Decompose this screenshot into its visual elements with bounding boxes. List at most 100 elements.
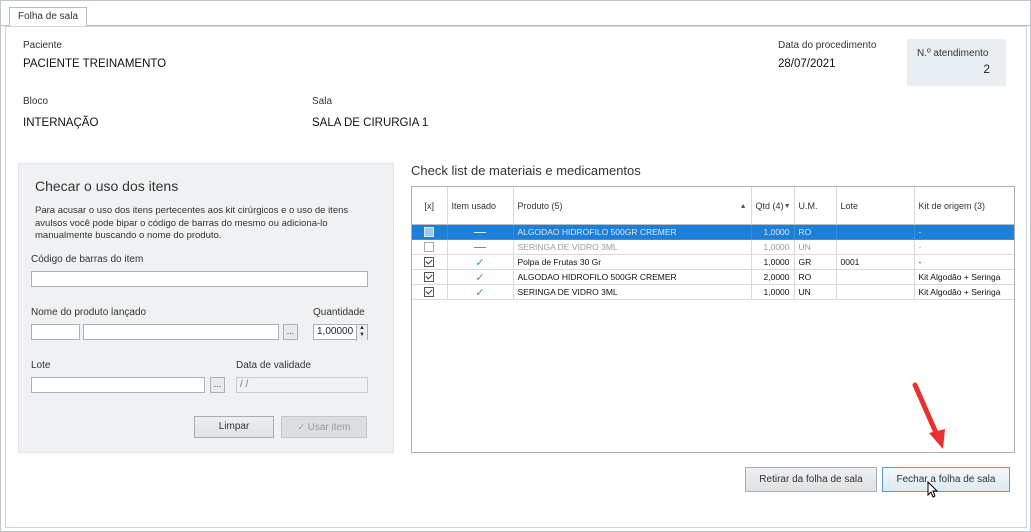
retirar-folha-button[interactable]: Retirar da folha de sala: [745, 467, 877, 492]
limpar-button[interactable]: Limpar: [194, 416, 274, 438]
col-header-qtd[interactable]: Qtd (4) ▼: [751, 187, 795, 225]
row-qtd: 2,0000: [751, 269, 795, 285]
checkbox-icon[interactable]: [424, 242, 435, 252]
produto-name-input[interactable]: [83, 324, 279, 340]
row-used-cell: ✓: [447, 284, 514, 300]
check-icon: ✓: [297, 422, 308, 432]
red-arrow-icon: [912, 382, 945, 449]
row-um: RO: [794, 269, 837, 285]
table-row[interactable]: ✓ SERINGA DE VIDRO 3ML 1,0000 UN Kit Algodão…: [412, 284, 1014, 300]
row-used-cell: ✓: [447, 269, 514, 285]
mouse-cursor-icon: [927, 481, 939, 498]
row-um: RO: [794, 224, 837, 240]
lote-browse-button[interactable]: ...: [210, 377, 225, 393]
checkbox-icon[interactable]: [424, 287, 435, 297]
lote-input[interactable]: [31, 377, 205, 393]
barcode-label: Código de barras do item: [31, 254, 144, 265]
checklist-title: Check list de materiais e medicamentos: [411, 163, 641, 178]
row-kit: Kit Algodão + Seringa: [914, 269, 1014, 285]
row-checkbox-cell[interactable]: [412, 284, 448, 300]
col-header-usado[interactable]: Item usado: [447, 187, 514, 225]
fechar-folha-button[interactable]: Fechar a folha de sala: [882, 467, 1010, 492]
row-checkbox-cell[interactable]: [412, 254, 448, 270]
row-lote: [836, 239, 915, 255]
paciente-value: PACIENTE TREINAMENTO: [23, 58, 167, 70]
produto-browse-button[interactable]: ...: [283, 324, 298, 340]
checklist-table: [x] Item usado Produto (5) ▲ Qtd (4) ▼ U.M…: [412, 187, 1014, 300]
check-icon: ✓: [475, 286, 485, 299]
row-lote: 0001: [836, 254, 915, 270]
dash-icon: [474, 231, 486, 233]
table-row[interactable]: ALGODAO HIDROFILO 500GR CREMER 1,0000 RO -: [412, 224, 1014, 240]
row-produto: Polpa de Frutas 30 Gr: [513, 254, 752, 270]
checkbox-icon[interactable]: [424, 257, 435, 267]
col-header-kit[interactable]: Kit de origem (3): [914, 187, 1014, 225]
row-kit: -: [914, 254, 1014, 270]
produto-code-input[interactable]: [31, 324, 80, 340]
validade-input[interactable]: / /: [236, 377, 368, 393]
row-lote: [836, 269, 915, 285]
row-qtd: 1,0000: [751, 224, 795, 240]
row-qtd: 1,0000: [751, 239, 795, 255]
row-checkbox-cell[interactable]: [412, 239, 448, 255]
row-lote: [836, 224, 915, 240]
row-kit: -: [914, 224, 1014, 240]
row-produto: SERINGA DE VIDRO 3ML: [513, 284, 752, 300]
col-header-lote[interactable]: Lote: [836, 187, 915, 225]
atendimento-box: N.º atendimento 2: [907, 39, 1006, 86]
sort-asc-icon: ▲: [739, 203, 747, 210]
barcode-input[interactable]: [31, 271, 368, 287]
dash-icon: [474, 246, 486, 248]
usar-item-label: Usar item: [307, 422, 351, 433]
row-used-cell: [447, 224, 514, 240]
data-procedimento-label: Data do procedimento: [778, 40, 877, 51]
table-row[interactable]: ✓ Polpa de Frutas 30 Gr 1,0000 GR 0001-: [412, 254, 1014, 270]
row-checkbox-cell[interactable]: [412, 224, 448, 240]
quantidade-spin-icon[interactable]: ▲ ▼: [356, 325, 367, 341]
col-header-um[interactable]: U.M.: [794, 187, 837, 225]
table-row[interactable]: ✓ ALGODAO HIDROFILO 500GR CREMER 2,0000 RO K…: [412, 269, 1014, 285]
atendimento-value: 2: [983, 62, 990, 76]
bloco-label: Bloco: [23, 96, 49, 107]
quantidade-value: 1,00000: [317, 326, 354, 337]
checkbox-icon[interactable]: [424, 227, 435, 237]
atendimento-label: N.º atendimento: [917, 48, 989, 59]
data-procedimento-value: 28/07/2021: [778, 58, 836, 70]
row-um: GR: [794, 254, 837, 270]
table-row[interactable]: SERINGA DE VIDRO 3ML 1,0000 UN -: [412, 239, 1014, 255]
row-lote: [836, 284, 915, 300]
produto-label: Nome do produto lançado: [31, 307, 147, 318]
row-used-cell: [447, 239, 514, 255]
row-used-cell: ✓: [447, 254, 514, 270]
row-qtd: 1,0000: [751, 254, 795, 270]
row-qtd: 1,0000: [751, 284, 795, 300]
sala-value: SALA DE CIRURGIA 1: [312, 117, 429, 129]
checar-uso-description: Para acusar o uso dos itens pertecentes …: [35, 205, 349, 241]
col-header-check[interactable]: [x]: [412, 187, 448, 225]
filter-dropdown-icon[interactable]: ▼: [784, 202, 791, 212]
lote-label: Lote: [31, 360, 51, 371]
row-kit: -: [914, 239, 1014, 255]
bloco-value: INTERNAÇÃO: [23, 117, 99, 129]
usar-item-button[interactable]: ✓ Usar item: [281, 416, 367, 438]
quantidade-label: Quantidade: [313, 307, 365, 318]
row-produto: ALGODAO HIDROFILO 500GR CREMER: [513, 269, 752, 285]
checar-uso-panel: Checar o uso dos itens Para acusar o uso…: [18, 163, 394, 453]
sala-label: Sala: [312, 96, 333, 107]
row-checkbox-cell[interactable]: [412, 269, 448, 285]
row-kit: Kit Algodão + Seringa: [914, 284, 1014, 300]
validade-label: Data de validade: [236, 360, 312, 371]
row-produto: SERINGA DE VIDRO 3ML: [513, 239, 752, 255]
tab-folha-de-sala[interactable]: Folha de sala: [9, 7, 87, 26]
check-icon: ✓: [475, 256, 485, 269]
check-icon: ✓: [475, 271, 485, 284]
quantidade-stepper[interactable]: 1,00000 ▲ ▼: [313, 324, 368, 341]
checkbox-icon[interactable]: [424, 272, 435, 282]
folha-de-sala-window: Folha de sala Paciente PACIENTE TREINAME…: [0, 0, 1031, 532]
row-um: UN: [794, 239, 837, 255]
col-header-produto[interactable]: Produto (5) ▲: [513, 187, 752, 225]
paciente-label: Paciente: [23, 40, 62, 51]
checar-uso-title: Checar o uso dos itens: [35, 178, 179, 194]
row-produto: ALGODAO HIDROFILO 500GR CREMER: [513, 224, 752, 240]
row-um: UN: [794, 284, 837, 300]
